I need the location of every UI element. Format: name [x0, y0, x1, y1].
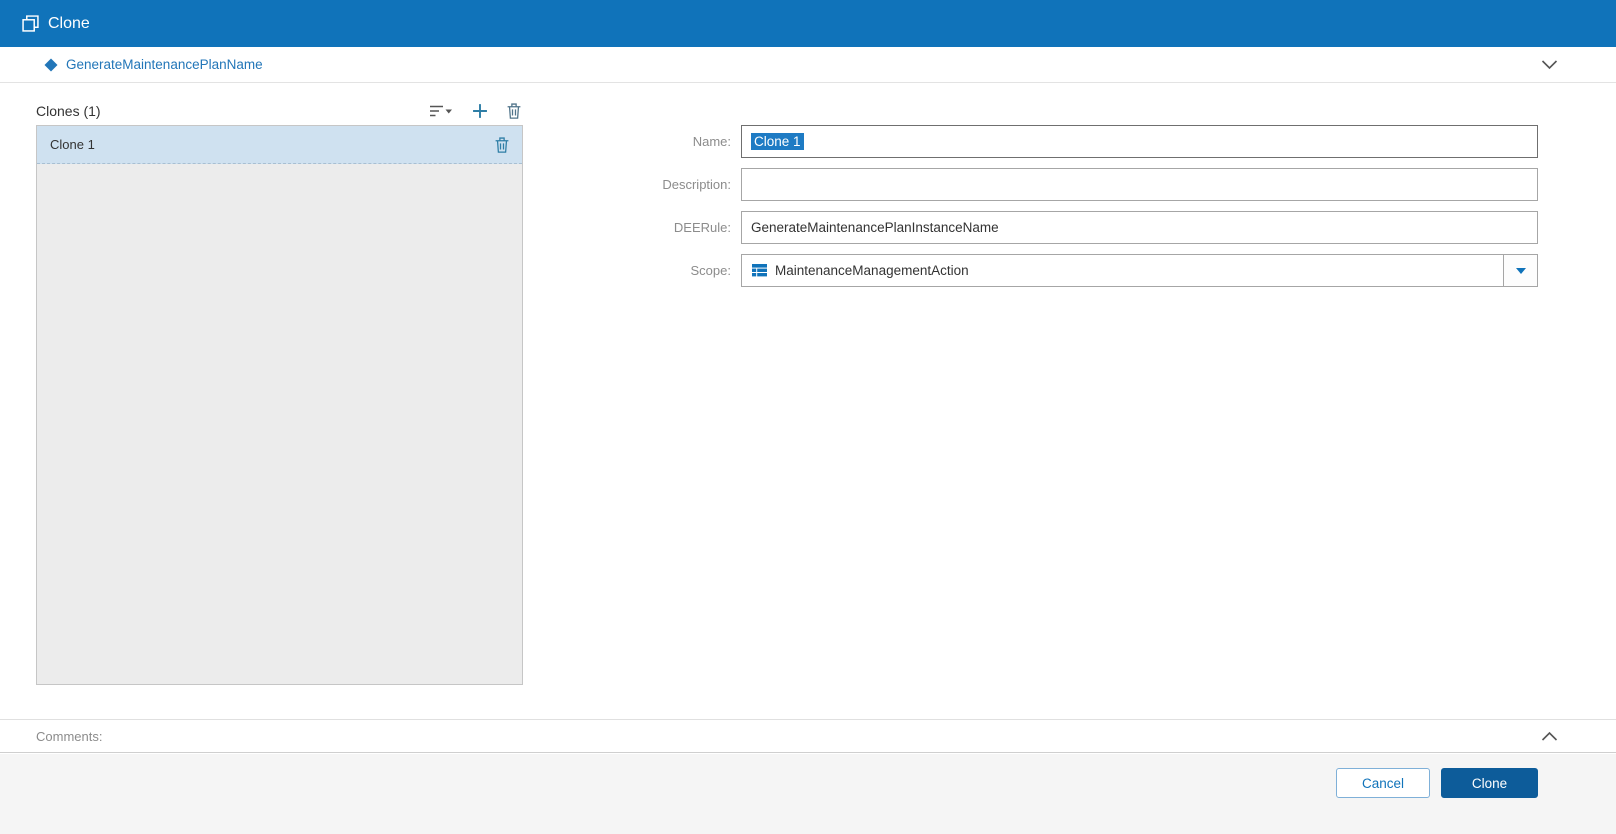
source-object-name[interactable]: GenerateMaintenancePlanName — [66, 57, 263, 72]
dialog-footer: Cancel Clone — [0, 754, 1616, 834]
scope-row: Scope: MaintenanceManagementAction — [563, 254, 1538, 287]
name-input[interactable]: Clone 1 — [741, 125, 1538, 158]
chevron-down-icon[interactable] — [1541, 60, 1558, 70]
diamond-icon — [44, 58, 58, 72]
name-row: Name: Clone 1 — [563, 125, 1538, 158]
description-label: Description: — [563, 177, 741, 192]
deerule-label: DEERule: — [563, 220, 741, 235]
filter-sort-button[interactable] — [428, 102, 455, 120]
dialog-title: Clone — [48, 15, 90, 33]
clones-panel: Clones (1) — [36, 97, 523, 685]
clone-button[interactable]: Clone — [1441, 768, 1538, 798]
clones-panel-title: Clones (1) — [36, 103, 101, 119]
delete-clone-button[interactable] — [505, 101, 523, 121]
add-clone-button[interactable] — [470, 101, 490, 121]
scope-dropdown-button[interactable] — [1503, 255, 1537, 286]
clones-panel-header: Clones (1) — [36, 97, 523, 125]
clone-form: Name: Clone 1 Description: DEERule: Scop… — [523, 97, 1538, 685]
description-row: Description: — [563, 168, 1538, 201]
context-row: GenerateMaintenancePlanName — [0, 47, 1616, 83]
chevron-up-icon[interactable] — [1541, 731, 1558, 741]
comments-section: Comments: — [0, 719, 1616, 753]
name-label: Name: — [563, 134, 741, 149]
dialog-header: Clone — [0, 0, 1616, 47]
deerule-row: DEERule: — [563, 211, 1538, 244]
caret-down-icon — [1516, 268, 1526, 274]
clone-icon — [22, 15, 39, 32]
name-selected-text: Clone 1 — [751, 133, 804, 150]
delete-item-icon[interactable] — [495, 137, 509, 153]
scope-value: MaintenanceManagementAction — [775, 263, 969, 278]
scope-select[interactable]: MaintenanceManagementAction — [741, 254, 1538, 287]
comments-label: Comments: — [36, 729, 102, 744]
clone-list[interactable]: Clone 1 — [36, 125, 523, 685]
deerule-input[interactable] — [741, 211, 1538, 244]
clone-list-item[interactable]: Clone 1 — [37, 126, 522, 164]
cancel-button[interactable]: Cancel — [1336, 768, 1430, 798]
clones-toolbar — [428, 101, 523, 121]
main-area: Clones (1) — [0, 83, 1616, 685]
table-grid-icon — [752, 264, 767, 277]
description-input[interactable] — [741, 168, 1538, 201]
clone-item-label: Clone 1 — [50, 137, 95, 152]
scope-label: Scope: — [563, 263, 741, 278]
scope-value-area[interactable]: MaintenanceManagementAction — [742, 255, 1503, 286]
